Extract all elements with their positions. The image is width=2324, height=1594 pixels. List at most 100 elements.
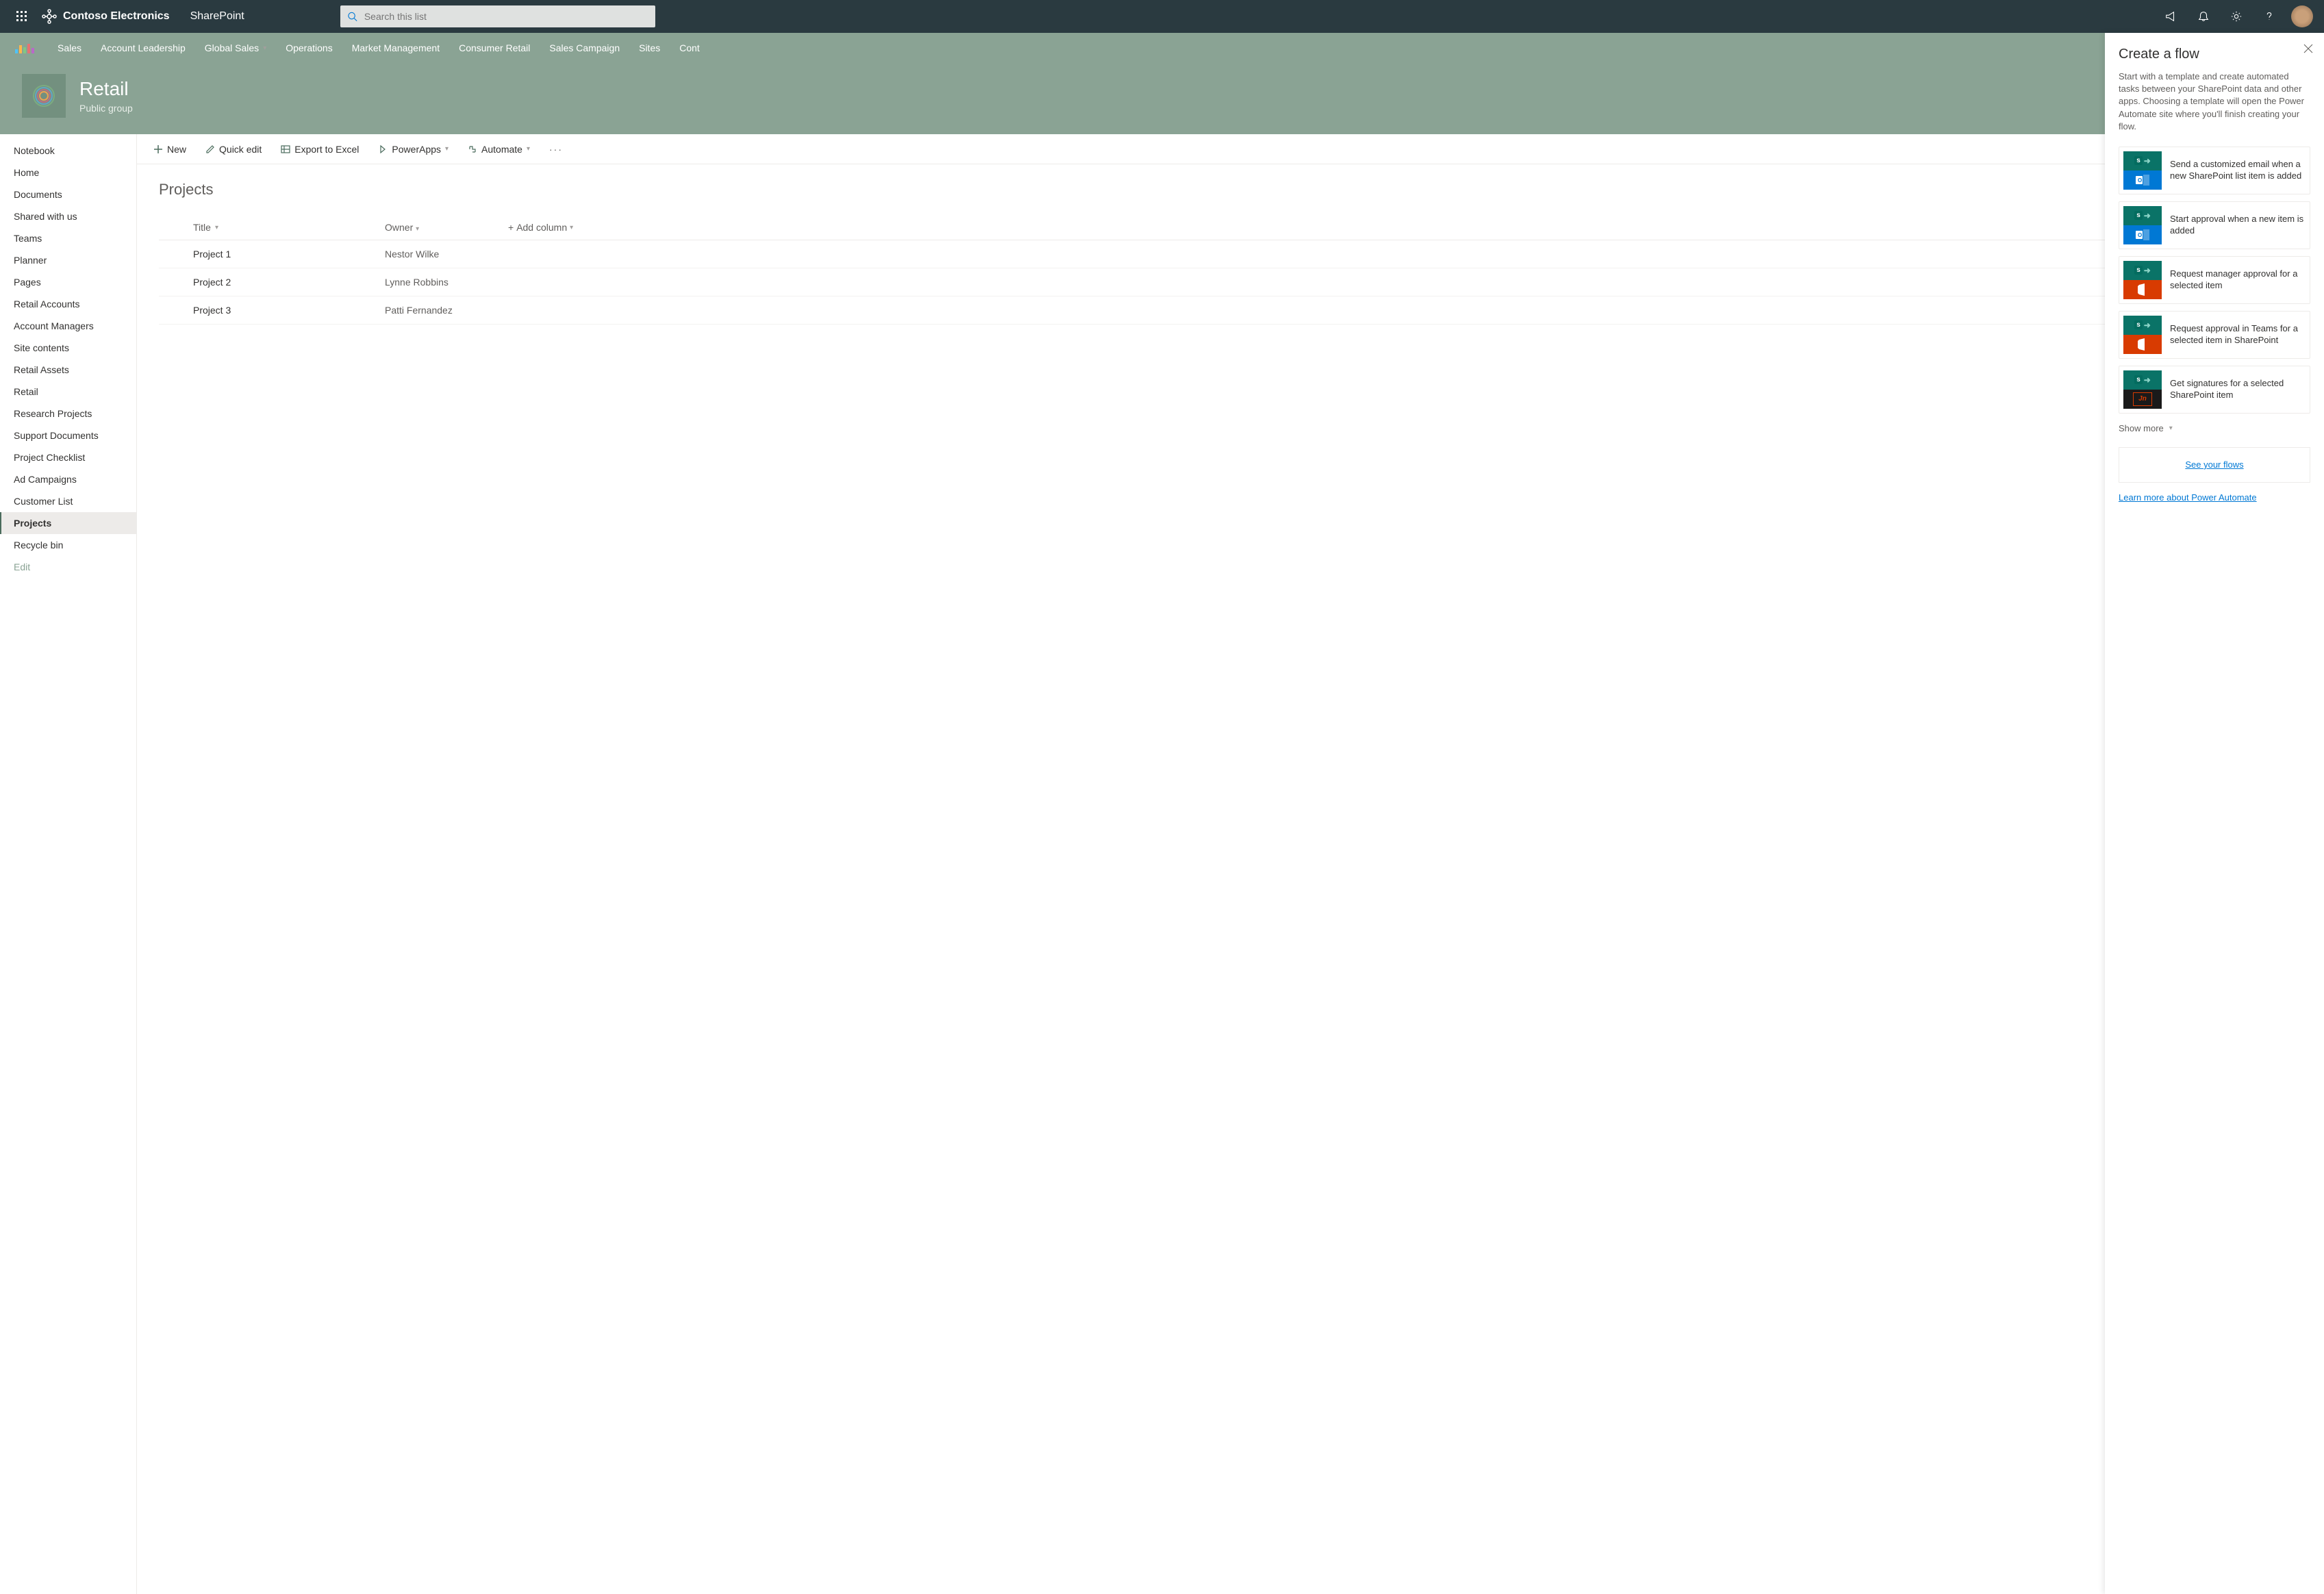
brand-logo[interactable]: Contoso Electronics (41, 8, 170, 25)
svg-text:O: O (2138, 177, 2142, 184)
flow-template-icons: s➜O (2123, 206, 2162, 244)
hub-nav-item[interactable]: Global Sales▾ (205, 42, 266, 53)
flow-template-label: Start approval when a new item is added (2170, 214, 2306, 237)
left-nav-item[interactable]: Teams (0, 227, 136, 249)
gear-icon[interactable] (2220, 0, 2253, 33)
pencil-icon (205, 144, 215, 154)
hub-nav-item[interactable]: Sites (639, 42, 660, 53)
excel-icon (281, 144, 290, 154)
left-nav-item[interactable]: Home (0, 162, 136, 184)
cell-title: Project 3 (193, 305, 385, 316)
flow-template-item[interactable]: s➜O Start approval when a new item is ad… (2119, 201, 2310, 249)
search-box[interactable] (340, 5, 655, 27)
see-your-flows-box: See your flows (2119, 447, 2310, 483)
powerapps-button[interactable]: PowerApps ▾ (378, 144, 449, 155)
left-nav-item[interactable]: Ad Campaigns (0, 468, 136, 490)
flow-template-label: Get signatures for a selected SharePoint… (2170, 378, 2306, 401)
export-excel-button[interactable]: Export to Excel (281, 144, 359, 155)
cell-owner: Patti Fernandez (385, 305, 508, 316)
flow-template-item[interactable]: s➜ Request manager approval for a select… (2119, 256, 2310, 304)
site-subtitle: Public group (79, 103, 133, 114)
add-column-button[interactable]: + Add column ▾ (508, 222, 573, 233)
search-input[interactable] (364, 11, 648, 22)
flow-template-icons: s➜O (2123, 151, 2162, 190)
command-bar: New Quick edit Export to Excel PowerApps… (137, 134, 2324, 164)
cell-owner: Lynne Robbins (385, 277, 508, 288)
flow-template-label: Request approval in Teams for a selected… (2170, 323, 2306, 346)
close-panel-button[interactable] (2303, 44, 2313, 57)
show-more-button[interactable]: Show more ▾ (2119, 423, 2310, 433)
search-icon (347, 11, 357, 22)
site-logo[interactable] (22, 74, 66, 118)
chevron-down-icon: ▾ (263, 45, 266, 52)
hub-nav-item[interactable]: Sales (58, 42, 81, 53)
bell-icon[interactable] (2187, 0, 2220, 33)
flow-template-label: Request manager approval for a selected … (2170, 268, 2306, 292)
left-nav-item[interactable]: Retail (0, 381, 136, 403)
flow-icon (468, 144, 477, 154)
content-area: New Quick edit Export to Excel PowerApps… (137, 134, 2324, 1594)
suite-header: Contoso Electronics SharePoint (0, 0, 2324, 33)
nav-chart-icon[interactable] (14, 41, 38, 55)
chevron-down-icon: ▾ (527, 145, 530, 153)
left-nav-item[interactable]: Shared with us (0, 205, 136, 227)
left-nav-item[interactable]: Account Managers (0, 315, 136, 337)
chevron-down-icon: ▾ (215, 224, 218, 231)
left-nav-item[interactable]: Notebook (0, 140, 136, 162)
hub-nav-item[interactable]: Operations (286, 42, 332, 53)
list-header-row: Title ▾ Owner ▾ + Add column ▾ (159, 215, 2302, 240)
left-nav-edit[interactable]: Edit (0, 556, 136, 578)
help-icon[interactable] (2253, 0, 2286, 33)
left-nav-item[interactable]: Pages (0, 271, 136, 293)
app-launcher-button[interactable] (5, 0, 38, 33)
megaphone-icon[interactable] (2154, 0, 2187, 33)
left-nav-item[interactable]: Projects (0, 512, 136, 534)
hub-nav: Sales Account Leadership Global Sales▾ Oper… (0, 33, 2324, 63)
app-name[interactable]: SharePoint (190, 10, 244, 23)
hub-nav-item[interactable]: Cont (679, 42, 700, 53)
hub-nav-item[interactable]: Consumer Retail (459, 42, 530, 53)
left-nav-item[interactable]: Project Checklist (0, 446, 136, 468)
left-nav-item[interactable]: Site contents (0, 337, 136, 359)
left-nav-item[interactable]: Research Projects (0, 403, 136, 425)
hub-nav-item[interactable]: Market Management (352, 42, 440, 53)
powerapps-icon (378, 144, 388, 154)
column-header-title[interactable]: Title ▾ (193, 222, 385, 233)
flow-template-icons: s➜ (2123, 261, 2162, 299)
table-row[interactable]: Project 2 Lynne Robbins (159, 268, 2302, 296)
avatar[interactable] (2291, 5, 2313, 27)
table-row[interactable]: Project 3 Patti Fernandez (159, 296, 2302, 325)
automate-button[interactable]: Automate ▾ (468, 144, 530, 155)
panel-title: Create a flow (2119, 47, 2310, 62)
flow-template-item[interactable]: s➜O Send a customized email when a new S… (2119, 147, 2310, 194)
column-header-owner[interactable]: Owner ▾ (385, 222, 508, 233)
hub-nav-item[interactable]: Sales Campaign (549, 42, 620, 53)
hub-nav-item[interactable]: Account Leadership (101, 42, 186, 53)
see-your-flows-link[interactable]: See your flows (2185, 459, 2243, 470)
quick-edit-button[interactable]: Quick edit (205, 144, 262, 155)
left-nav-item[interactable]: Documents (0, 184, 136, 205)
svg-text:O: O (2138, 232, 2142, 238)
table-row[interactable]: Project 1 Nestor Wilke (159, 240, 2302, 268)
left-nav-item[interactable]: Planner (0, 249, 136, 271)
left-nav-item[interactable]: Recycle bin (0, 534, 136, 556)
learn-more-link[interactable]: Learn more about Power Automate (2119, 492, 2257, 503)
cell-title: Project 2 (193, 277, 385, 288)
left-nav-item[interactable]: Retail Assets (0, 359, 136, 381)
left-nav-item[interactable]: Customer List (0, 490, 136, 512)
left-nav-item[interactable]: Support Documents (0, 425, 136, 446)
chevron-down-icon: ▾ (445, 145, 449, 153)
chevron-down-icon: ▾ (2169, 425, 2173, 432)
left-nav-item[interactable]: Retail Accounts (0, 293, 136, 315)
site-header: Retail Public group (0, 63, 2324, 134)
flow-template-item[interactable]: s➜Jn Get signatures for a selected Share… (2119, 366, 2310, 414)
flow-template-icons: s➜ (2123, 316, 2162, 354)
flow-template-item[interactable]: s➜ Request approval in Teams for a selec… (2119, 311, 2310, 359)
brand-name: Contoso Electronics (63, 10, 170, 23)
new-button[interactable]: New (153, 144, 186, 155)
list-title: Projects (159, 181, 2302, 199)
more-commands-button[interactable]: ··· (549, 144, 563, 155)
create-flow-panel: Create a flow Start with a template and … (2105, 33, 2324, 1594)
close-icon (2303, 44, 2313, 53)
site-title: Retail (79, 78, 133, 100)
